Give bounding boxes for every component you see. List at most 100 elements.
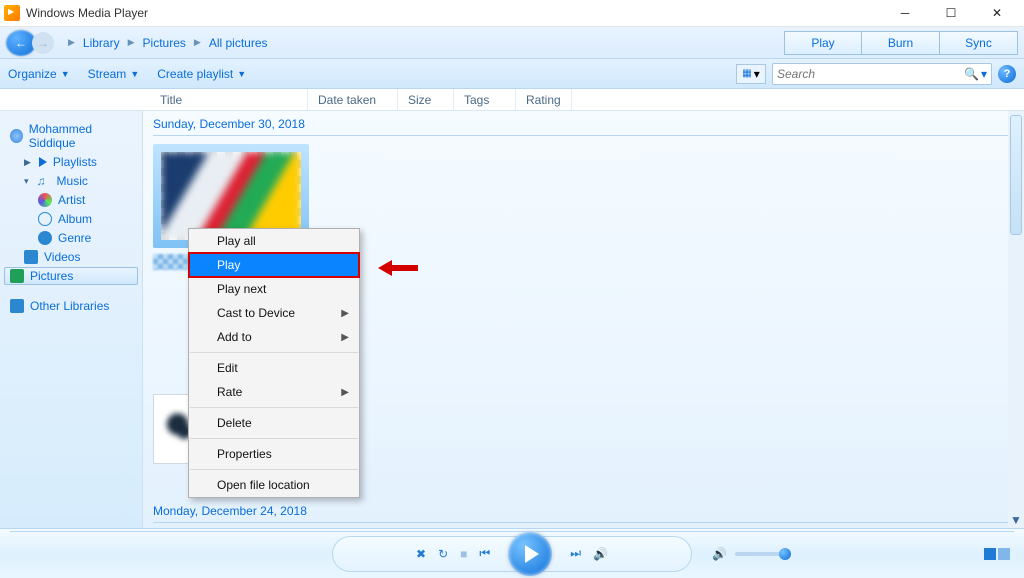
pictures-icon [10, 269, 24, 283]
app-icon [4, 5, 20, 21]
menu-play-next[interactable]: Play next [189, 277, 359, 301]
menu-separator [190, 407, 358, 408]
sidebar-item-label: Genre [58, 231, 91, 245]
play-button[interactable] [508, 532, 552, 576]
scroll-down-icon[interactable]: ▼ [1008, 512, 1024, 528]
slider-knob[interactable] [779, 548, 791, 560]
group-header[interactable]: Monday, December 24, 2018 [153, 504, 1014, 518]
window-title: Windows Media Player [26, 6, 148, 20]
sidebar-item-label: Mohammed Siddique [29, 122, 132, 150]
search-input[interactable] [777, 67, 964, 81]
dropdown-icon: ▼ [237, 69, 246, 79]
sidebar-item-genre[interactable]: Genre [4, 229, 138, 247]
tab-sync[interactable]: Sync [940, 31, 1018, 55]
player-right-controls [984, 548, 1010, 560]
col-size[interactable]: Size [398, 89, 454, 110]
sidebar-item-user[interactable]: Mohammed Siddique [4, 120, 138, 152]
playlist-icon [39, 157, 47, 167]
expand-icon: ▶ [24, 157, 31, 168]
video-icon [24, 250, 38, 264]
sidebar-item-label: Pictures [30, 269, 73, 283]
col-date[interactable]: Date taken [308, 89, 398, 110]
menu-cast[interactable]: Cast to Device▶ [189, 301, 359, 325]
sidebar-item-label: Artist [58, 193, 85, 207]
menu-play-all[interactable]: Play all [189, 229, 359, 253]
next-button[interactable]: ⏭ [570, 546, 581, 561]
scrollbar[interactable]: ▲ ▼ [1008, 111, 1024, 528]
sidebar-item-label: Videos [44, 250, 80, 264]
menu-separator [190, 438, 358, 439]
forward-button[interactable]: → [32, 32, 54, 54]
player-bar: ✖ ↻ ■ ⏮ ⏭ 🔊 🔊 [0, 528, 1024, 578]
create-playlist-button[interactable]: Create playlist▼ [157, 67, 246, 81]
chevron-right-icon: ▶ [128, 37, 135, 48]
stream-button[interactable]: Stream▼ [88, 67, 140, 81]
sidebar-item-artist[interactable]: Artist [4, 191, 138, 209]
sidebar: Mohammed Siddique ▶Playlists ▾♫Music Art… [0, 111, 142, 528]
toolbar: Organize▼ Stream▼ Create playlist▼ ▦▾ 🔍 … [0, 59, 1024, 89]
sidebar-item-other-libraries[interactable]: Other Libraries [4, 297, 138, 315]
breadcrumb-pictures[interactable]: Pictures [143, 36, 186, 50]
chevron-right-icon: ▶ [341, 308, 349, 319]
sidebar-item-album[interactable]: Album [4, 210, 138, 228]
menu-play[interactable]: Play [189, 253, 359, 277]
volume-icon[interactable]: 🔊 [712, 547, 727, 561]
prev-button[interactable]: ⏮ [479, 546, 490, 561]
chevron-right-icon: ▶ [194, 37, 201, 48]
menu-edit[interactable]: Edit [189, 356, 359, 380]
transport-controls: ✖ ↻ ■ ⏮ ⏭ 🔊 [332, 536, 692, 572]
view-options-button[interactable]: ▦▾ [736, 64, 766, 84]
organize-button[interactable]: Organize▼ [8, 67, 70, 81]
chevron-right-icon: ▶ [68, 37, 75, 48]
col-rating[interactable]: Rating [516, 89, 572, 110]
menu-add-to[interactable]: Add to▶ [189, 325, 359, 349]
collapse-icon: ▾ [24, 176, 29, 187]
dropdown-icon: ▾ [981, 67, 987, 81]
group-header[interactable]: Sunday, December 30, 2018 [153, 117, 1014, 131]
sidebar-item-label: Other Libraries [30, 299, 109, 313]
column-header: Title Date taken Size Tags Rating [0, 89, 1024, 111]
tab-play[interactable]: Play [784, 31, 862, 55]
minimize-button[interactable]: ─ [882, 0, 928, 27]
tab-burn[interactable]: Burn [862, 31, 940, 55]
switch-view-button[interactable] [984, 548, 1010, 560]
sidebar-item-label: Music [57, 174, 88, 188]
menu-rate[interactable]: Rate▶ [189, 380, 359, 404]
maximize-button[interactable]: ☐ [928, 0, 974, 27]
dropdown-icon: ▼ [130, 69, 139, 79]
seek-bar[interactable] [10, 531, 1014, 532]
breadcrumb-library[interactable]: Library [83, 36, 120, 50]
menu-separator [190, 469, 358, 470]
context-menu: Play all Play Play next Cast to Device▶ … [188, 228, 360, 498]
menu-delete[interactable]: Delete [189, 411, 359, 435]
volume-slider[interactable] [735, 552, 791, 556]
chevron-right-icon: ▶ [341, 387, 349, 398]
search-icon[interactable]: 🔍 [964, 67, 979, 81]
breadcrumb-all-pictures[interactable]: All pictures [209, 36, 268, 50]
scrollbar-thumb[interactable] [1010, 115, 1022, 235]
repeat-button[interactable]: ↻ [438, 547, 448, 561]
thumbnail-image [161, 152, 301, 240]
sidebar-item-pictures[interactable]: Pictures [4, 267, 138, 285]
menu-open-location[interactable]: Open file location [189, 473, 359, 497]
dropdown-icon: ▾ [754, 67, 760, 81]
stop-button[interactable]: ■ [460, 547, 467, 561]
menu-properties[interactable]: Properties [189, 442, 359, 466]
user-icon [10, 129, 23, 143]
close-button[interactable]: ✕ [974, 0, 1020, 27]
shuffle-button[interactable]: ✖ [416, 547, 426, 561]
grid-icon: ▦ [742, 68, 751, 79]
libraries-icon [10, 299, 24, 313]
col-tags[interactable]: Tags [454, 89, 516, 110]
col-title[interactable]: Title [150, 89, 308, 110]
help-button[interactable]: ? [998, 65, 1016, 83]
album-icon [38, 212, 52, 226]
mute-button[interactable]: 🔊 [593, 547, 608, 561]
annotation-arrow [378, 258, 418, 278]
sidebar-item-music[interactable]: ▾♫Music [4, 172, 138, 190]
sidebar-item-playlists[interactable]: ▶Playlists [4, 153, 138, 171]
search-box[interactable]: 🔍 ▾ [772, 63, 992, 85]
sidebar-item-videos[interactable]: Videos [4, 248, 138, 266]
artist-icon [38, 193, 52, 207]
chevron-right-icon: ▶ [341, 332, 349, 343]
